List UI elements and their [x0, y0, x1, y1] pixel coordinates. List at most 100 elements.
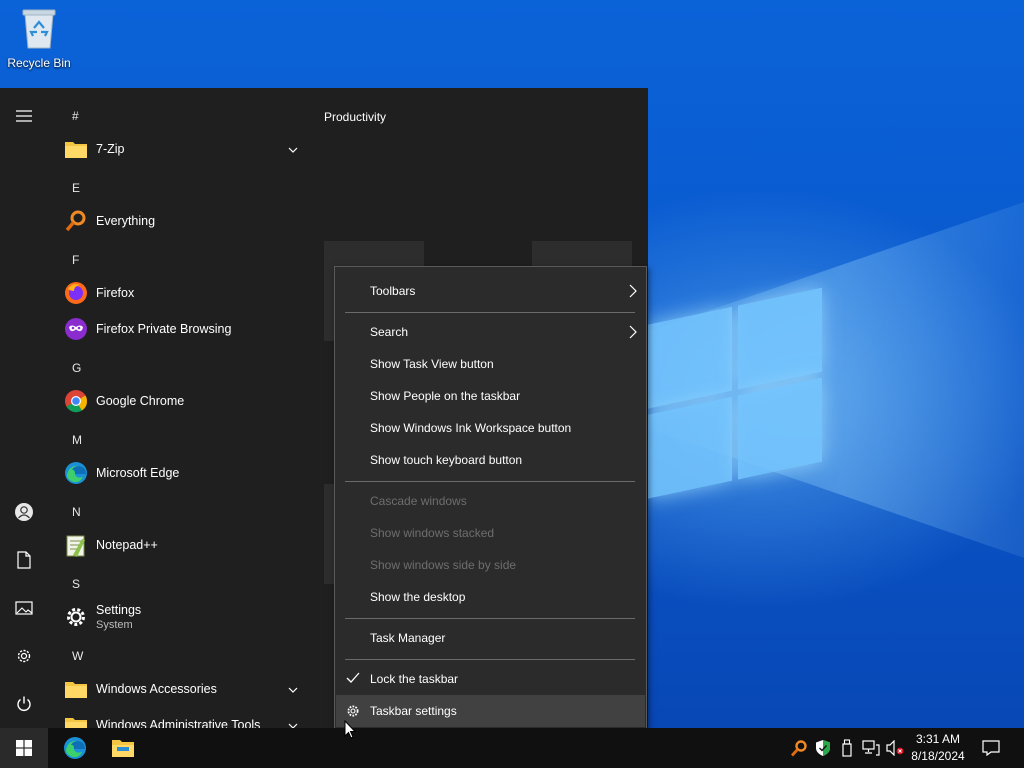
- taskbar-clock[interactable]: 3:31 AM 8/18/2024: [904, 731, 972, 765]
- everything-tray-icon[interactable]: [790, 739, 808, 757]
- pictures-icon: [15, 601, 33, 615]
- shield-icon[interactable]: [814, 739, 832, 757]
- group-header-w[interactable]: W: [72, 649, 83, 663]
- app-item-google-chrome[interactable]: Google Chrome: [48, 383, 314, 419]
- menu-item-task-manager[interactable]: Task Manager: [336, 622, 645, 654]
- app-name: Windows Administrative Tools: [96, 718, 261, 728]
- mouse-cursor-icon: [344, 719, 357, 742]
- menu-item-show-desktop[interactable]: Show the desktop: [336, 581, 645, 613]
- group-header-f[interactable]: F: [72, 253, 79, 267]
- windows-start-icon: [16, 740, 32, 756]
- app-name: Firefox Private Browsing: [96, 322, 232, 336]
- group-header-m[interactable]: M: [72, 433, 82, 447]
- taskbar[interactable]: 3:31 AM 8/18/2024: [0, 728, 1024, 768]
- app-item-everything[interactable]: Everything: [48, 203, 314, 239]
- chevron-down-icon: [288, 718, 298, 728]
- menu-item-label: Task Manager: [370, 631, 446, 645]
- group-header-n[interactable]: N: [72, 505, 81, 519]
- app-item-7zip[interactable]: 7-Zip: [48, 131, 314, 167]
- hamburger-icon: [16, 110, 32, 122]
- file-explorer-icon: [112, 740, 134, 757]
- document-icon: [17, 551, 31, 569]
- app-name: 7-Zip: [96, 142, 125, 156]
- group-header-s[interactable]: S: [72, 577, 80, 591]
- menu-item-label: Show People on the taskbar: [370, 389, 521, 403]
- chevron-down-icon: [288, 682, 298, 696]
- tiles-group-title[interactable]: Productivity: [324, 110, 386, 124]
- app-item-notepadpp[interactable]: Notepad++: [48, 527, 314, 563]
- menu-item-label: Show Task View button: [370, 357, 494, 371]
- menu-item-label: Search: [370, 325, 409, 339]
- account-button[interactable]: [0, 492, 48, 532]
- folder-icon: [64, 713, 88, 728]
- menu-item-show-windows-stacked: Show windows stacked: [336, 517, 645, 549]
- menu-item-taskbar-settings[interactable]: Taskbar settings: [336, 695, 645, 727]
- recycle-bin-icon: [19, 6, 59, 50]
- menu-item-search[interactable]: Search: [336, 316, 645, 348]
- documents-button[interactable]: [0, 540, 48, 580]
- settings-rail-button[interactable]: [0, 636, 48, 676]
- app-item-firefox-private[interactable]: Firefox Private Browsing: [48, 311, 314, 347]
- menu-item-show-touch-keyboard[interactable]: Show touch keyboard button: [336, 444, 645, 476]
- user-icon: [15, 503, 33, 521]
- windows-logo-wallpaper: [648, 269, 823, 499]
- app-item-microsoft-edge[interactable]: Microsoft Edge: [48, 455, 314, 491]
- volume-muted-icon[interactable]: [886, 739, 904, 757]
- app-name: Firefox: [96, 286, 135, 300]
- gear-icon: [64, 605, 88, 629]
- expand-menu-button[interactable]: [0, 96, 48, 136]
- app-item-windows-accessories[interactable]: Windows Accessories: [48, 671, 314, 707]
- action-center-button[interactable]: [968, 728, 1014, 768]
- network-icon[interactable]: [862, 739, 880, 757]
- action-center-icon: [982, 740, 1000, 756]
- app-item-settings[interactable]: Settings System: [48, 597, 314, 637]
- recycle-bin-shortcut[interactable]: Recycle Bin: [4, 6, 74, 70]
- taskbar-edge-button[interactable]: [51, 728, 99, 768]
- menu-item-show-people[interactable]: Show People on the taskbar: [336, 380, 645, 412]
- gear-icon: [346, 704, 360, 721]
- menu-separator: [345, 618, 635, 619]
- folder-icon: [64, 677, 88, 701]
- menu-item-label: Toolbars: [370, 284, 416, 298]
- menu-separator: [345, 312, 635, 313]
- menu-item-label: Show the desktop: [370, 590, 466, 604]
- folder-icon: [64, 137, 88, 161]
- magnifier-icon: [64, 209, 88, 233]
- app-name: Everything: [96, 214, 156, 228]
- app-name: Microsoft Edge: [96, 466, 180, 480]
- chevron-down-icon: [288, 142, 298, 156]
- taskbar-context-menu: Toolbars Search Show Task View button Sh…: [334, 266, 647, 736]
- chevron-right-icon: [629, 284, 637, 301]
- taskbar-file-explorer-button[interactable]: [99, 728, 147, 768]
- menu-item-label: Taskbar settings: [370, 704, 457, 718]
- menu-item-lock-taskbar[interactable]: Lock the taskbar: [336, 663, 645, 695]
- menu-item-label: Show windows side by side: [370, 558, 517, 572]
- app-item-windows-admin-tools[interactable]: Windows Administrative Tools: [48, 707, 314, 728]
- pictures-button[interactable]: [0, 588, 48, 628]
- checkmark-icon: [346, 672, 360, 687]
- menu-item-label: Show Windows Ink Workspace button: [370, 421, 572, 435]
- app-list: # 7-Zip E Everything F Firefox Firefox P…: [48, 88, 314, 728]
- edge-icon: [64, 461, 88, 485]
- start-button[interactable]: [0, 728, 48, 768]
- firefox-icon: [64, 281, 88, 305]
- clock-time: 3:31 AM: [915, 732, 961, 746]
- app-name: Notepad++: [96, 538, 158, 552]
- power-icon: [17, 696, 31, 711]
- menu-item-show-task-view[interactable]: Show Task View button: [336, 348, 645, 380]
- menu-item-cascade-windows: Cascade windows: [336, 485, 645, 517]
- menu-item-show-ink-workspace[interactable]: Show Windows Ink Workspace button: [336, 412, 645, 444]
- group-header-hash[interactable]: #: [72, 109, 79, 123]
- group-header-g[interactable]: G: [72, 361, 81, 375]
- notepadpp-icon: [64, 533, 88, 557]
- chevron-right-icon: [629, 325, 637, 342]
- menu-item-label: Show touch keyboard button: [370, 453, 523, 467]
- usb-device-icon[interactable]: [838, 739, 856, 757]
- gear-icon: [17, 649, 31, 663]
- power-button[interactable]: [0, 684, 48, 724]
- menu-separator: [345, 659, 635, 660]
- menu-item-toolbars[interactable]: Toolbars: [336, 275, 645, 307]
- group-header-e[interactable]: E: [72, 181, 80, 195]
- app-item-firefox[interactable]: Firefox: [48, 275, 314, 311]
- app-name: Settings: [96, 603, 142, 617]
